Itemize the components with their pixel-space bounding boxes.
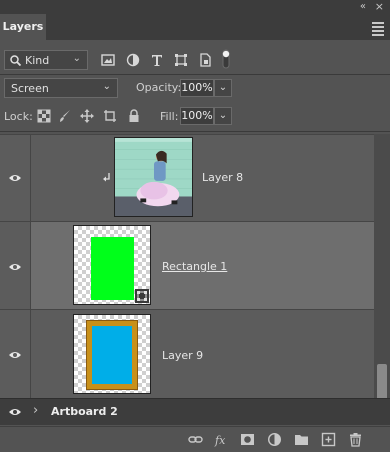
scrollbar-thumb[interactable] [377,364,387,402]
chevron-right-icon[interactable]: › [33,403,38,418]
layers-footer-toolbar: fx [0,426,390,452]
layer-thumbnail-frame [73,314,151,394]
layer-thumbnail-photo [114,137,193,217]
opacity-label: Opacity: [136,81,182,94]
eye-icon[interactable] [8,173,22,183]
divider [0,74,390,75]
adjustment-layer-icon[interactable] [267,432,282,447]
eye-icon[interactable] [8,262,22,272]
fill-slider-button[interactable]: ⌄ [214,107,232,125]
opacity-slider-button[interactable]: ⌄ [214,79,232,97]
lock-transparent-pixels-icon[interactable] [37,109,51,123]
artboard-name[interactable]: Artboard 2 [51,405,118,418]
delete-layer-trash-icon[interactable] [348,432,363,447]
close-panel-button[interactable]: × [375,0,384,13]
lock-all-icon[interactable] [127,109,141,123]
fill-label: Fill: [160,110,179,123]
eye-icon[interactable] [8,350,22,360]
chevron-down-icon: ⌄ [102,81,111,92]
new-layer-icon[interactable] [321,432,336,447]
prevent-auto-nesting-icon[interactable] [103,109,117,123]
panel-top-strip: « × [0,0,390,14]
layer-row-selected[interactable]: Rectangle 1 [0,221,374,310]
blend-row: Screen ⌄ Opacity: 100% ⌄ [0,76,390,100]
chevron-down-icon: ⌄ [72,53,81,64]
gold-frame [86,320,138,390]
filter-kind-label: Kind [25,54,50,67]
panel-menu-icon[interactable] [372,22,384,38]
lock-image-pixels-icon[interactable] [58,109,72,123]
divider [0,131,390,132]
layer-name[interactable]: Rectangle 1 [162,260,227,273]
green-rectangle [91,237,134,300]
layer-row[interactable]: Layer 9 [0,309,374,399]
opacity-input[interactable]: 100% [180,79,214,97]
image-filter-icon[interactable] [101,53,115,67]
shape-filter-icon[interactable] [174,53,188,67]
layers-scrollbar[interactable] [374,134,390,402]
layer-name[interactable]: Layer 9 [162,349,203,362]
lock-label: Lock: [4,110,33,123]
collapse-panels-button[interactable]: « [360,1,366,12]
svg-text:fx: fx [214,434,226,447]
blend-mode-value: Screen [11,82,49,95]
blue-fill [92,326,132,384]
lock-row: Lock: Fill: 100% ⌄ [0,104,390,128]
panel-tab-bar: Layers [0,14,390,40]
lock-position-icon[interactable] [80,109,94,123]
type-filter-icon[interactable] [150,53,164,67]
new-group-folder-icon[interactable] [294,432,309,447]
add-mask-icon[interactable] [240,432,255,447]
filter-toggle-switch[interactable] [222,48,230,70]
fx-layer-style-icon[interactable]: fx [214,432,229,447]
layer-thumbnail-rectangle [73,225,151,305]
link-layers-icon[interactable] [188,432,203,447]
adjustment-filter-icon[interactable] [126,53,140,67]
layer-row[interactable]: Layer 8 [0,134,374,222]
clipping-arrow-icon [103,173,110,182]
fill-input[interactable]: 100% [180,107,214,125]
search-icon [10,55,21,66]
blend-mode-dropdown[interactable]: Screen ⌄ [4,78,118,98]
tab-layers[interactable]: Layers [0,14,46,40]
shape-layer-badge-icon [135,289,149,303]
artboard-group-row[interactable]: › Artboard 2 [0,398,390,425]
smart-object-filter-icon[interactable] [198,53,212,67]
eye-icon[interactable] [8,407,22,417]
filter-row: Kind ⌄ [0,48,390,72]
filter-kind-dropdown[interactable]: Kind ⌄ [4,50,88,70]
layer-name[interactable]: Layer 8 [202,171,243,184]
